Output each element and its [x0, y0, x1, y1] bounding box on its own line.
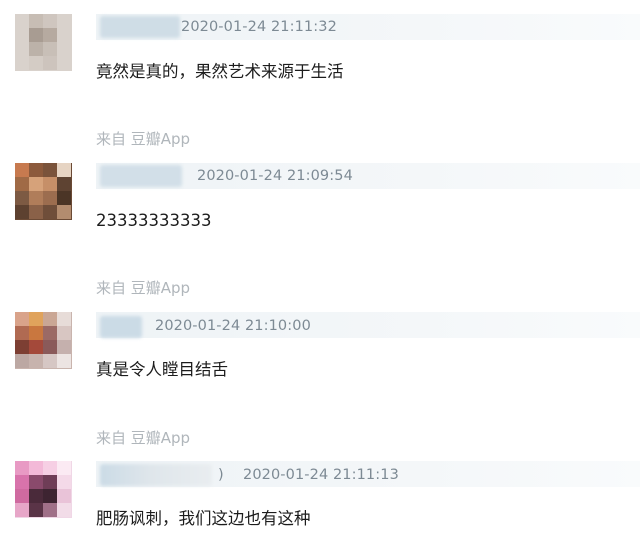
username-paren: ): [218, 467, 224, 483]
comment-text: 肥肠讽刺，我们这边也有这种: [96, 509, 311, 528]
avatar[interactable]: [15, 14, 72, 71]
comment-timestamp: 2020-01-24 21:10:00: [155, 318, 311, 334]
username-redacted[interactable]: [100, 16, 180, 38]
comment-list: 2020-01-24 21:11:32 竟然是真的，果然艺术来源于生活 来自 豆…: [0, 0, 640, 548]
comment-text: 真是令人瞠目结舌: [96, 360, 228, 379]
comment-text: 竟然是真的，果然艺术来源于生活: [96, 62, 344, 81]
comment-timestamp: 2020-01-24 21:09:54: [197, 168, 353, 184]
comment-source[interactable]: 来自 豆瓣App: [96, 278, 190, 298]
comment-text: 23333333333: [96, 211, 212, 230]
comment-source[interactable]: 来自 豆瓣App: [96, 428, 190, 448]
avatar[interactable]: [15, 312, 72, 369]
username-redacted[interactable]: [100, 316, 142, 338]
username-redacted[interactable]: [100, 464, 212, 486]
avatar[interactable]: [15, 163, 72, 220]
comment-timestamp: 2020-01-24 21:11:13: [243, 467, 399, 483]
avatar[interactable]: [15, 461, 72, 518]
username-redacted[interactable]: [100, 165, 182, 187]
comment-source[interactable]: 来自 豆瓣App: [96, 129, 190, 149]
comment-timestamp: 2020-01-24 21:11:32: [181, 19, 337, 35]
